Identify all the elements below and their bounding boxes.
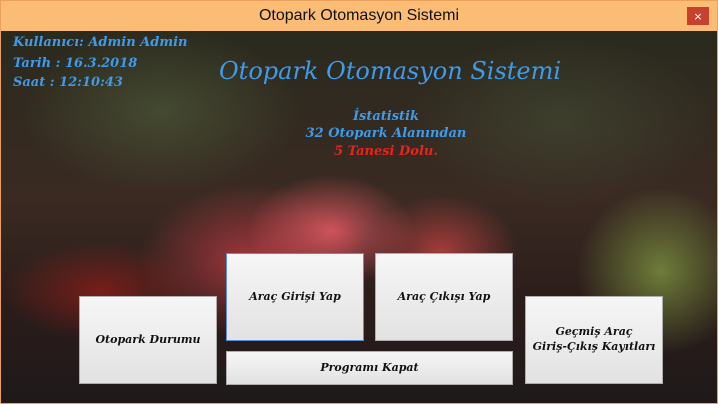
parking-status-button[interactable]: Otopark Durumu xyxy=(79,296,217,384)
stats-occupied: 5 Tanesi Dolu. xyxy=(334,144,438,159)
main-panel: Kullanıcı: Admin Admin Tarih : 16.3.2018… xyxy=(1,31,717,403)
vehicle-exit-button[interactable]: Araç Çıkışı Yap xyxy=(375,253,513,341)
stats-capacity: 32 Otopark Alanından xyxy=(305,126,467,141)
close-program-button[interactable]: Programı Kapat xyxy=(226,351,513,385)
history-records-button[interactable]: Geçmiş Araç Giriş-Çıkış Kayıtları xyxy=(525,296,663,384)
date-label: Tarih : 16.3.2018 xyxy=(13,56,138,71)
history-label-line2: Giriş-Çıkış Kayıtları xyxy=(532,340,656,353)
page-heading: Otopark Otomasyon Sistemi xyxy=(219,57,562,85)
window-title: Otopark Otomasyon Sistemi xyxy=(258,7,460,24)
vehicle-entry-label: Araç Girişi Yap xyxy=(249,289,341,303)
close-window-button[interactable]: × xyxy=(687,7,709,25)
title-bar[interactable]: Otopark Otomasyon Sistemi × xyxy=(1,1,717,31)
parking-status-label: Otopark Durumu xyxy=(95,332,201,346)
close-program-label: Programı Kapat xyxy=(320,360,419,374)
user-label: Kullanıcı: Admin Admin xyxy=(13,35,188,50)
stats-title: İstatistik xyxy=(352,109,420,124)
vehicle-entry-button[interactable]: Araç Girişi Yap xyxy=(226,253,364,341)
app-window: Otopark Otomasyon Sistemi × Kullanıcı: A… xyxy=(0,0,718,404)
history-label-line1: Geçmiş Araç xyxy=(555,325,633,339)
close-icon: × xyxy=(693,9,703,23)
time-label: Saat : 12:10:43 xyxy=(13,75,123,90)
vehicle-exit-label: Araç Çıkışı Yap xyxy=(397,289,491,303)
